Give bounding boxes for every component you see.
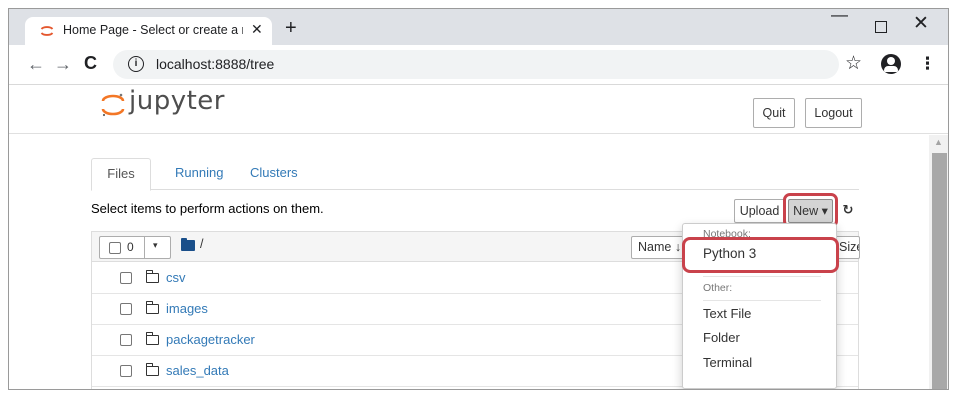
close-window-button[interactable]: ✕ [913,12,929,35]
menu-item-text-file[interactable]: Text File [703,306,751,321]
quit-button[interactable]: Quit [753,98,795,128]
forward-arrow-icon[interactable]: → [54,54,72,75]
jupyter-header: jupyter Quit Logout [9,86,948,134]
jupyter-logo-icon [101,93,125,117]
profile-avatar-icon[interactable] [881,54,901,74]
folder-icon [146,363,159,376]
sort-name-button[interactable]: Name ↓ [631,236,684,259]
notebook-tabs: Files Running Clusters [91,152,859,191]
folder-link[interactable]: images [166,301,208,316]
folder-link[interactable]: packagetracker [166,332,255,347]
folder-icon [146,270,159,283]
vertical-scrollbar[interactable]: ▲ [929,135,948,389]
other-section-header: Other: [703,282,733,294]
chevron-down-icon[interactable]: ▾ [153,240,158,251]
url-text[interactable]: localhost:8888/tree [156,56,274,72]
minimize-button[interactable]: — [831,9,848,25]
maximize-button[interactable] [875,21,887,33]
tab-clusters[interactable]: Clusters [250,158,298,190]
refresh-icon[interactable]: ↻ [837,199,859,223]
python3-highlight [682,237,839,273]
jupyter-favicon-icon [40,26,54,36]
scrollbar-thumb[interactable] [932,153,947,389]
instruction-text: Select items to perform actions on them. [91,201,324,216]
browser-toolbar: ← → C i localhost:8888/tree ☆ ⋮ [9,45,948,85]
tab-running[interactable]: Running [175,158,223,190]
select-all-checkbox[interactable] [109,242,121,254]
row-checkbox[interactable] [120,272,132,284]
back-arrow-icon[interactable]: ← [27,54,45,75]
logout-button[interactable]: Logout [805,98,862,128]
tab-close-icon[interactable]: ✕ [251,21,263,38]
row-checkbox[interactable] [120,303,132,315]
folder-link[interactable]: csv [166,270,186,285]
selected-count: 0 [127,240,134,254]
menu-divider [703,276,821,277]
tab-files[interactable]: Files [91,158,151,191]
folder-link[interactable]: sales_data [166,363,229,378]
menu-item-folder[interactable]: Folder [703,330,740,345]
select-divider [144,237,145,258]
folder-icon [146,301,159,314]
menu-item-terminal[interactable]: Terminal [703,355,752,370]
info-icon[interactable]: i [128,56,144,72]
menu-divider [703,300,821,301]
tab-strip: Home Page - Select or create a n ✕ + — ✕ [9,9,948,45]
row-checkbox[interactable] [120,365,132,377]
jupyter-logo-text: jupyter [129,86,225,116]
upload-button[interactable]: Upload [734,199,785,223]
bookmark-star-icon[interactable]: ☆ [845,52,862,75]
breadcrumb[interactable]: / [200,237,203,251]
row-checkbox[interactable] [120,334,132,346]
browser-tab[interactable]: Home Page - Select or create a n ✕ [25,17,272,45]
folder-icon[interactable] [181,238,195,251]
folder-icon [146,332,159,345]
select-all-dropdown[interactable]: 0 ▾ [99,236,171,259]
scroll-up-arrow-icon[interactable]: ▲ [934,137,943,147]
browser-window: Home Page - Select or create a n ✕ + — ✕… [8,8,949,390]
reload-icon[interactable]: C [84,53,97,74]
address-bar[interactable]: i localhost:8888/tree [113,50,839,79]
browser-menu-icon[interactable]: ⋮ [919,54,936,74]
new-tab-button[interactable]: + [285,18,297,38]
tab-title: Home Page - Select or create a n [63,23,243,37]
